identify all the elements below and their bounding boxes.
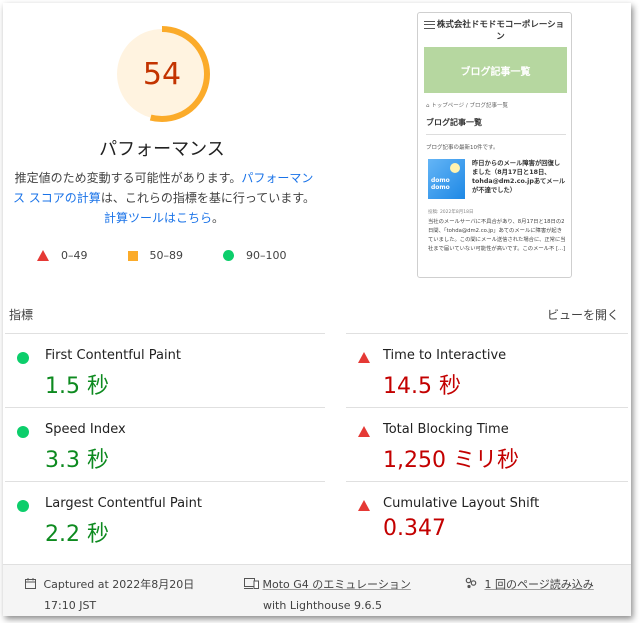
metric-value: 0.347 xyxy=(383,516,446,541)
thumb-banner: ブログ記事一覧 xyxy=(424,47,567,93)
legend-label: 90–100 xyxy=(246,249,287,262)
lighthouse-report: 54 パフォーマンス 推定値のため変動する可能性があります。パフォーマンス スコ… xyxy=(3,3,631,616)
red-triangle-icon xyxy=(358,352,370,363)
thumb-article-title: 昨日からのメール障害が回復しました（8月17日と18日、tohda@dm2.co… xyxy=(472,160,566,194)
report-footer: Captured at 2022年8月20日 17:10 JST Moto G4… xyxy=(3,564,631,616)
device-info[interactable]: Moto G4 のエミュレーション xyxy=(244,576,411,592)
legend-item-fail: 0–49 xyxy=(37,249,88,262)
green-circle-icon xyxy=(223,250,234,261)
metric-name: Total Blocking Time xyxy=(383,422,509,437)
red-triangle-icon xyxy=(358,500,370,511)
metric-lcp[interactable]: Largest Contentful Paint 2.2 秒 xyxy=(5,481,325,555)
score-description: 推定値のため変動する可能性があります。パフォーマンス スコアの計算は、これらの指… xyxy=(9,168,319,228)
thumb-image-logo: domo domo xyxy=(431,177,450,191)
metrics-heading: 指標 xyxy=(9,308,34,322)
captured-info: Captured at 2022年8月20日 xyxy=(25,576,194,592)
red-triangle-icon xyxy=(358,426,370,437)
metric-value: 14.5 秒 xyxy=(383,374,461,399)
score-legend: 0–49 50–89 90–100 xyxy=(37,249,327,262)
green-circle-icon xyxy=(17,500,29,512)
performance-title: パフォーマンス xyxy=(99,139,225,160)
legend-label: 50–89 xyxy=(149,249,184,262)
expand-view-toggle[interactable]: ビューを開く xyxy=(547,306,619,323)
description-text-3: 。 xyxy=(212,211,225,225)
description-text: 推定値のため変動する可能性があります。 xyxy=(14,171,242,185)
red-triangle-icon xyxy=(37,250,49,261)
description-text-2: は、これらの指標を基に行っています。 xyxy=(100,191,316,205)
metric-name: Largest Contentful Paint xyxy=(45,496,203,511)
metric-name: Time to Interactive xyxy=(383,348,507,363)
thumb-site-header: 株式会社ドモドモコーポレーション xyxy=(418,13,571,47)
calendar-icon xyxy=(25,578,36,589)
thumb-breadcrumb: ⌂ トップページ / ブログ記事一覧 xyxy=(426,103,508,109)
legend-item-pass: 90–100 xyxy=(223,249,287,262)
metric-tbt[interactable]: Total Blocking Time 1,250 ミリ秒 xyxy=(346,407,628,481)
page-loads-icon xyxy=(465,577,477,589)
devices-icon xyxy=(244,578,259,589)
performance-gauge[interactable]: 54 xyxy=(113,25,211,123)
metric-speed-index[interactable]: Speed Index 3.3 秒 xyxy=(5,407,325,481)
page-load-link[interactable]: 1 回のページ読み込み xyxy=(485,578,594,591)
metric-tti[interactable]: Time to Interactive 14.5 秒 xyxy=(346,333,628,407)
legend-item-average: 50–89 xyxy=(127,249,184,262)
page-load-info[interactable]: 1 回のページ読み込み xyxy=(465,576,594,592)
captured-time: 17:10 JST xyxy=(44,599,97,612)
thumb-article-image: domo domo xyxy=(428,159,465,199)
hamburger-menu-icon xyxy=(424,21,435,29)
metric-name: Speed Index xyxy=(45,422,126,437)
orange-square-icon xyxy=(127,250,138,261)
green-circle-icon xyxy=(17,352,29,364)
lighthouse-version: with Lighthouse 9.6.5 xyxy=(263,599,382,612)
page-screenshot-thumbnail[interactable]: 株式会社ドモドモコーポレーション ブログ記事一覧 ⌂ トップページ / ブログ記… xyxy=(417,12,572,278)
metric-name: First Contentful Paint xyxy=(45,348,181,363)
thumb-count: ブログ記事の最新10件です。 xyxy=(426,145,499,151)
metric-cls[interactable]: Cumulative Layout Shift 0.347 xyxy=(346,481,628,555)
metric-name: Cumulative Layout Shift xyxy=(383,496,540,511)
metric-value: 1,250 ミリ秒 xyxy=(383,448,519,473)
captured-date: Captured at 2022年8月20日 xyxy=(43,578,195,591)
thumb-section-title: ブログ記事一覧 xyxy=(426,117,566,135)
legend-label: 0–49 xyxy=(61,249,88,262)
calculator-link[interactable]: 計算ツールはこちら xyxy=(104,211,212,225)
thumb-breadcrumb-text: トップページ / ブログ記事一覧 xyxy=(431,103,508,109)
performance-score: 54 xyxy=(142,56,182,92)
thumb-article-date: 投稿: 2022年8月18日 xyxy=(428,210,474,215)
metric-value: 3.3 秒 xyxy=(45,448,109,473)
metric-value: 2.2 秒 xyxy=(45,522,109,547)
sun-icon xyxy=(450,163,460,173)
metric-fcp[interactable]: First Contentful Paint 1.5 秒 xyxy=(5,333,325,407)
green-circle-icon xyxy=(17,426,29,438)
thumb-article-body: 当社のメールサーバに不具合があり、8月17日と18日の2日間、「tohda@dm… xyxy=(428,219,566,252)
device-emulation-link[interactable]: Moto G4 のエミュレーション xyxy=(263,578,411,591)
metric-value: 1.5 秒 xyxy=(45,374,109,399)
thumb-site-title: 株式会社ドモドモコーポレーション xyxy=(436,20,565,42)
